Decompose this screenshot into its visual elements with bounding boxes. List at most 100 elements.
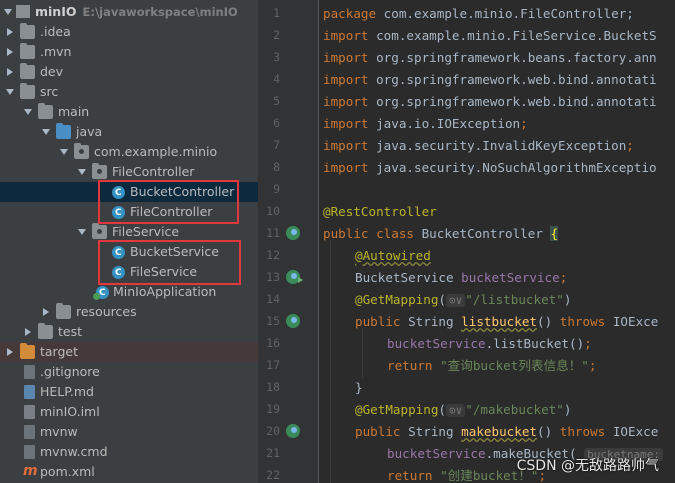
tree-item-target[interactable]: target (0, 342, 258, 362)
tree-item-help-md[interactable]: HELP.md (0, 382, 258, 402)
code-line: return "查询bucket列表信息！"; (387, 358, 597, 373)
tree-item-dev[interactable]: dev (0, 62, 258, 82)
request-mapping-icon[interactable] (286, 424, 300, 438)
tree-item-idea[interactable]: .idea (0, 22, 258, 42)
line-number: 5 (273, 94, 280, 108)
autowired-navigate-icon[interactable] (286, 270, 303, 284)
tree-item-mvnw[interactable]: mvnw (0, 422, 258, 442)
folder-icon (20, 43, 35, 59)
tree-item-minioapplication[interactable]: MinIoApplication (0, 282, 258, 303)
request-mapping-icon[interactable] (286, 314, 300, 328)
collapse-arrow-icon[interactable] (7, 348, 13, 356)
tree-item-minio-iml[interactable]: minIO.iml (0, 402, 258, 422)
endpoint-hint-icon[interactable]: ⊙∨ (446, 294, 466, 307)
highlight-box-controllers (98, 180, 239, 224)
expand-arrow-icon[interactable] (24, 109, 32, 115)
tree-item-label: target (40, 344, 79, 359)
expand-arrow-icon[interactable] (78, 169, 86, 175)
code-line: import java.security.InvalidKeyException… (323, 138, 634, 153)
tree-item-src[interactable]: src (0, 82, 258, 102)
endpoint-hint-icon[interactable]: ⊙∨ (446, 404, 466, 417)
tree-item-label: HELP.md (40, 384, 94, 399)
collapse-arrow-icon[interactable] (7, 48, 13, 56)
tree-item-label: dev (40, 64, 64, 79)
line-number: 14 (266, 292, 280, 306)
code-line: public String makebucket() throws IOExce (355, 424, 659, 439)
expand-arrow-icon[interactable] (78, 229, 86, 235)
folder-icon (20, 23, 35, 39)
spring-bean-icon[interactable] (286, 226, 300, 240)
code-line: public String listbucket() throws IOExce (355, 314, 659, 329)
tree-item-label: MinIoApplication (113, 284, 217, 299)
line-number: 2 (273, 28, 280, 42)
code-editor[interactable]: package com.example.minio.FileController… (320, 0, 675, 483)
line-number: 15 (266, 314, 280, 328)
line-number: 9 (273, 182, 280, 196)
highlight-box-services (98, 240, 241, 285)
tree-item-filecontroller-pkg[interactable]: FileController (0, 162, 258, 182)
project-path: E:\javaworkspace\minIO (82, 5, 238, 19)
collapse-arrow-icon[interactable] (7, 68, 13, 76)
tree-item-package[interactable]: com.example.minio (0, 142, 258, 162)
line-number: 13 (266, 270, 280, 284)
excluded-folder-icon (20, 343, 35, 359)
code-line: import java.io.IOException; (323, 116, 528, 131)
line-number: 22 (266, 468, 280, 482)
expand-arrow-icon[interactable] (6, 89, 14, 95)
expand-arrow-icon[interactable] (60, 149, 68, 155)
package-icon (74, 143, 89, 159)
line-number: 18 (266, 380, 280, 394)
indent-guide (362, 328, 363, 378)
tree-item-label: resources (76, 304, 137, 319)
tree-item-project-root[interactable]: minIO E:\javaworkspace\minIO (0, 2, 258, 22)
line-number: 1 (273, 6, 280, 20)
tree-item-label: test (58, 324, 83, 339)
line-number: 4 (273, 72, 280, 86)
expand-arrow-icon[interactable] (4, 9, 12, 15)
code-line: BucketService bucketService; (355, 270, 568, 285)
tree-item-test[interactable]: test (0, 322, 258, 342)
tree-item-label: FileController (112, 164, 195, 179)
project-tree: minIO E:\javaworkspace\minIO .idea .mvn d… (0, 0, 258, 483)
collapse-arrow-icon[interactable] (7, 28, 13, 36)
code-line: public class BucketController { (323, 226, 559, 241)
tree-item-label: minIO.iml (40, 404, 100, 419)
file-icon (24, 425, 35, 439)
tree-item-mvn[interactable]: .mvn (0, 42, 258, 62)
file-icon (24, 365, 35, 379)
line-number: 8 (273, 160, 280, 174)
tree-item-gitignore[interactable]: .gitignore (0, 362, 258, 382)
package-icon (92, 223, 107, 239)
line-number: 21 (266, 446, 280, 460)
tree-item-java[interactable]: java (0, 122, 258, 142)
package-icon (92, 163, 107, 179)
code-line: import org.springframework.web.bind.anno… (323, 72, 657, 87)
collapse-arrow-icon[interactable] (25, 328, 31, 336)
tree-item-mvnw-cmd[interactable]: mvnw.cmd (0, 442, 258, 462)
tree-item-fileservice-pkg[interactable]: FileService (0, 222, 258, 242)
code-line: import java.security.NoSuchAlgorithmExce… (323, 160, 657, 175)
tree-item-main[interactable]: main (0, 102, 258, 122)
tree-item-resources[interactable]: resources (0, 302, 258, 322)
collapse-arrow-icon[interactable] (43, 308, 49, 316)
source-folder-icon (56, 123, 71, 139)
tree-item-label: .gitignore (40, 364, 100, 379)
line-number: 11 (266, 226, 280, 240)
folder-icon (38, 103, 53, 119)
tree-item-label: java (76, 124, 103, 139)
module-icon (16, 5, 30, 18)
expand-arrow-icon[interactable] (42, 129, 50, 135)
tree-item-label: com.example.minio (94, 144, 218, 159)
tree-item-label: minIO (35, 4, 77, 19)
code-line: @GetMapping(⊙∨ "/makebucket") (355, 402, 572, 417)
code-line: @RestController (323, 204, 437, 219)
tree-item-pom-xml[interactable]: m pom.xml (0, 462, 258, 482)
module-file-icon (24, 405, 35, 419)
code-line: @Autowired (355, 248, 431, 263)
editor-gutter: 1 2 3 4 5 6 7 8 9 10 11 12 13 14 15 16 1… (258, 0, 319, 483)
line-number: 20 (266, 424, 280, 438)
line-number: 6 (273, 116, 280, 130)
code-line: package com.example.minio.FileController… (323, 6, 634, 21)
code-line: @GetMapping(⊙∨ "/listbucket") (355, 292, 572, 307)
markdown-file-icon (24, 385, 35, 399)
